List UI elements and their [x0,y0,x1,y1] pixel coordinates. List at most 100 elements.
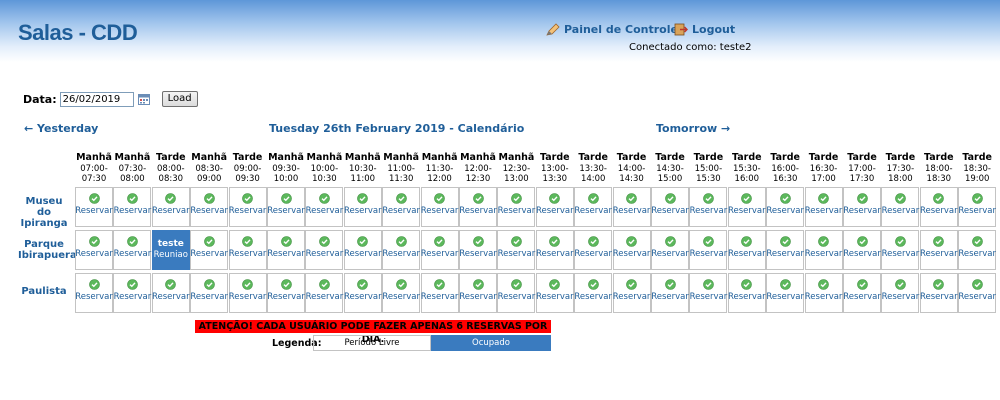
reserve-slot[interactable]: Reservar [228,273,267,313]
reserve-slot[interactable]: Reservar [804,187,843,227]
reserve-slot[interactable]: Reservar [919,230,958,270]
occupied-slot[interactable]: teste Reuniao [151,230,190,270]
reserve-slot[interactable]: Reservar [459,273,497,313]
reserve-slot[interactable]: Reservar [727,273,766,313]
control-panel-link[interactable]: Painel de Controle [546,23,678,36]
reserve-slot[interactable]: Reservar [919,187,958,227]
reserve-slot[interactable]: Reservar [267,230,305,270]
calendar-icon[interactable] [137,93,150,105]
load-button[interactable]: Load [161,91,198,107]
room-name[interactable]: Parque Ibirapuera [18,239,77,261]
reserve-slot[interactable]: Reservar [881,230,920,270]
check-circle-icon [242,236,253,247]
room-name[interactable]: Museu do Ipiranga [18,196,70,229]
reserve-slot[interactable]: Reservar [843,230,881,270]
reserve-slot[interactable]: Reservar [804,273,843,313]
reserve-slot[interactable]: Reservar [75,273,113,313]
reserve-slot[interactable]: Reservar [958,273,997,313]
check-circle-icon [511,279,522,290]
reserve-slot[interactable]: Reservar [535,230,574,270]
reserve-slot[interactable]: Reservar [766,273,805,313]
reserve-slot[interactable]: Reservar [343,187,382,227]
check-circle-icon [472,279,484,290]
reserve-slot[interactable]: Reservar [420,273,459,313]
reserve-slot[interactable]: Reservar [689,230,728,270]
reserve-slot[interactable]: Reservar [535,273,574,313]
reserve-slot[interactable]: Reservar [305,273,344,313]
yesterday-link[interactable]: ← Yesterday [24,122,98,135]
reserve-slot[interactable]: Reservar [459,187,497,227]
reserve-slot[interactable]: Reservar [75,187,113,227]
reserve-slot[interactable]: Reservar [574,273,613,313]
reserve-slot[interactable]: Reservar [228,230,267,270]
reserve-slot[interactable]: Reservar [190,187,229,227]
reserve-slot[interactable]: Reservar [535,187,574,227]
tomorrow-link[interactable]: Tomorrow → [656,122,730,135]
reserve-slot[interactable]: Reservar [689,187,728,227]
reserve-slot[interactable]: Reservar [151,187,190,227]
reserve-slot[interactable]: Reservar [420,187,459,227]
legend-free-period: Período Livre [313,335,431,351]
reserve-slot[interactable]: Reservar [305,230,344,270]
reserve-slot[interactable]: Reservar [843,187,881,227]
date-label: Data: [23,92,57,106]
check-circle-icon [88,193,100,204]
check-circle-icon [319,279,330,290]
reserve-slot[interactable]: Reservar [651,273,689,313]
reserve-label: Reservar [497,249,536,259]
reserve-slot[interactable]: Reservar [574,187,613,227]
date-input[interactable] [59,91,134,107]
reserve-slot[interactable]: Reservar [651,187,689,227]
reserve-slot[interactable]: Reservar [305,187,344,227]
reserve-slot[interactable]: Reservar [267,273,305,313]
reserve-slot[interactable]: Reservar [190,230,229,270]
reserve-slot[interactable]: Reservar [843,273,881,313]
logout-link[interactable]: Logout [674,23,735,36]
reserve-slot[interactable]: Reservar [151,273,190,313]
reserve-slot[interactable]: Reservar [497,273,536,313]
check-circle-icon [395,236,407,247]
reserve-slot[interactable]: Reservar [766,187,805,227]
check-circle-icon [971,236,983,247]
check-circle-icon [933,279,945,290]
reserve-slot[interactable]: Reservar [804,230,843,270]
reserve-slot[interactable]: Reservar [75,230,113,270]
reserve-label: Reservar [228,249,267,259]
reserve-slot[interactable]: Reservar [727,230,766,270]
slot-period: Tarde [962,152,992,163]
reserve-label: Reservar [689,249,728,259]
reserve-slot[interactable]: Reservar [881,273,920,313]
reserve-slot[interactable]: Reservar [612,273,651,313]
reserve-slot[interactable]: Reservar [459,230,497,270]
reserve-slot[interactable]: Reservar [113,187,152,227]
reserve-slot[interactable]: Reservar [497,187,536,227]
reserve-slot[interactable]: Reservar [958,187,997,227]
reserve-slot[interactable]: Reservar [190,273,229,313]
slot-header: Tarde 15:30- 16:00 [728,152,766,185]
reserve-slot[interactable]: Reservar [343,273,382,313]
reserve-slot[interactable]: Reservar [382,230,421,270]
reserve-slot[interactable]: Reservar [113,273,152,313]
reserve-slot[interactable]: Reservar [497,230,536,270]
room-name[interactable]: Paulista [18,286,70,297]
reserve-slot[interactable]: Reservar [689,273,728,313]
reserve-slot[interactable]: Reservar [382,187,421,227]
reserve-slot[interactable]: Reservar [113,230,152,270]
slot-header: Tarde 17:00- 17:30 [843,152,881,185]
reserve-slot[interactable]: Reservar [420,230,459,270]
reserve-slot[interactable]: Reservar [727,187,766,227]
reserve-slot[interactable]: Reservar [766,230,805,270]
reserve-label: Reservar [689,292,728,302]
check-circle-icon [856,236,868,247]
reserve-slot[interactable]: Reservar [343,230,382,270]
reserve-slot[interactable]: Reservar [612,187,651,227]
reserve-slot[interactable]: Reservar [574,230,613,270]
reserve-slot[interactable]: Reservar [881,187,920,227]
reserve-slot[interactable]: Reservar [958,230,997,270]
reserve-slot[interactable]: Reservar [267,187,305,227]
reserve-slot[interactable]: Reservar [612,230,651,270]
reserve-slot[interactable]: Reservar [919,273,958,313]
reserve-slot[interactable]: Reservar [228,187,267,227]
reserve-slot[interactable]: Reservar [651,230,689,270]
reserve-slot[interactable]: Reservar [382,273,421,313]
